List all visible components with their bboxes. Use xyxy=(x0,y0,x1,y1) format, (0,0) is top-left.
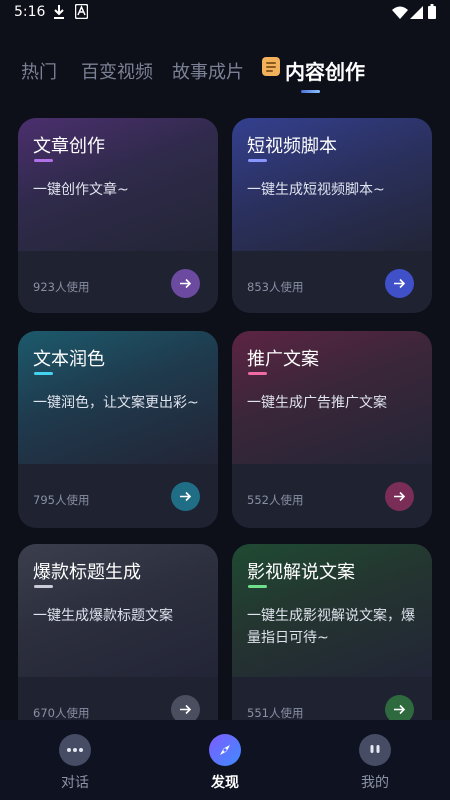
nav-label: 发现 xyxy=(211,775,239,791)
card-usage-count: 551人使用 xyxy=(247,706,304,720)
card-accent-bar xyxy=(34,372,53,375)
arrow-right-icon xyxy=(180,278,192,289)
card-description: 一键创作文章~ xyxy=(33,182,129,198)
card-usage-count: 670人使用 xyxy=(33,706,90,720)
tab-content-creation[interactable]: 内容创作 xyxy=(285,56,365,85)
card-title: 文本润色 xyxy=(33,349,105,370)
card-go-button[interactable] xyxy=(385,482,414,511)
card-title: 推广文案 xyxy=(247,349,319,370)
card-description: 一键生成短视频脚本~ xyxy=(247,182,385,198)
tool-card-article[interactable]: 文章创作 一键创作文章~ 923人使用 xyxy=(18,118,218,313)
cellular-signal-icon xyxy=(410,6,423,19)
card-description: 一键润色，让文案更出彩~ xyxy=(33,395,199,411)
card-description: 一键生成广告推广文案 xyxy=(247,395,387,411)
compass-icon xyxy=(209,734,241,766)
nav-item-discover[interactable]: 发现 xyxy=(175,720,275,800)
bottom-nav: 对话 发现 我的 xyxy=(0,720,450,800)
card-go-button[interactable] xyxy=(171,482,200,511)
tab-hot[interactable]: 热门 xyxy=(21,58,57,84)
chat-bubble-icon xyxy=(59,734,91,766)
card-usage-count: 853人使用 xyxy=(247,280,304,294)
tool-card-film-commentary[interactable]: 影视解说文案 一键生成影视解说文案，爆量指日可待~ 551人使用 xyxy=(232,544,432,744)
card-description: 一键生成影视解说文案，爆量指日可待~ xyxy=(247,608,415,646)
nav-label: 我的 xyxy=(361,775,389,791)
tool-card-viral-title[interactable]: 爆款标题生成 一键生成爆款标题文案 670人使用 xyxy=(18,544,218,744)
tab-story[interactable]: 故事成片 xyxy=(172,58,244,84)
profile-face-icon xyxy=(359,734,391,766)
tool-card-promotion-copy[interactable]: 推广文案 一键生成广告推广文案 552人使用 xyxy=(232,331,432,528)
card-title: 短视频脚本 xyxy=(247,136,337,157)
document-icon xyxy=(262,57,280,76)
card-accent-bar xyxy=(248,585,267,588)
card-usage-count: 552人使用 xyxy=(247,493,304,507)
card-accent-bar xyxy=(34,159,53,162)
arrow-right-icon xyxy=(394,278,406,289)
card-usage-count: 923人使用 xyxy=(33,280,90,294)
arrow-right-icon xyxy=(394,704,406,715)
tab-video[interactable]: 百变视频 xyxy=(81,58,153,84)
nav-item-me[interactable]: 我的 xyxy=(325,720,425,800)
tool-card-short-video-script[interactable]: 短视频脚本 一键生成短视频脚本~ 853人使用 xyxy=(232,118,432,313)
nav-label: 对话 xyxy=(61,775,89,791)
card-accent-bar xyxy=(248,372,267,375)
card-go-button[interactable] xyxy=(385,269,414,298)
card-accent-bar xyxy=(248,159,267,162)
card-title: 文章创作 xyxy=(33,136,105,157)
arrow-right-icon xyxy=(180,704,192,715)
app-notification-icon xyxy=(75,4,88,19)
status-bar: 5:16 xyxy=(0,0,450,26)
wifi-icon xyxy=(392,6,408,19)
card-title: 影视解说文案 xyxy=(247,562,355,583)
card-title: 爆款标题生成 xyxy=(33,562,141,583)
status-time: 5:16 xyxy=(14,4,46,20)
download-icon xyxy=(54,5,64,19)
arrow-right-icon xyxy=(394,491,406,502)
tool-card-text-polish[interactable]: 文本润色 一键润色，让文案更出彩~ 795人使用 xyxy=(18,331,218,528)
card-accent-bar xyxy=(34,585,53,588)
card-go-button[interactable] xyxy=(171,269,200,298)
nav-item-chat[interactable]: 对话 xyxy=(25,720,125,800)
card-description: 一键生成爆款标题文案 xyxy=(33,608,173,624)
active-tab-indicator xyxy=(301,90,320,93)
battery-icon xyxy=(428,4,436,19)
arrow-right-icon xyxy=(180,491,192,502)
card-usage-count: 795人使用 xyxy=(33,493,90,507)
